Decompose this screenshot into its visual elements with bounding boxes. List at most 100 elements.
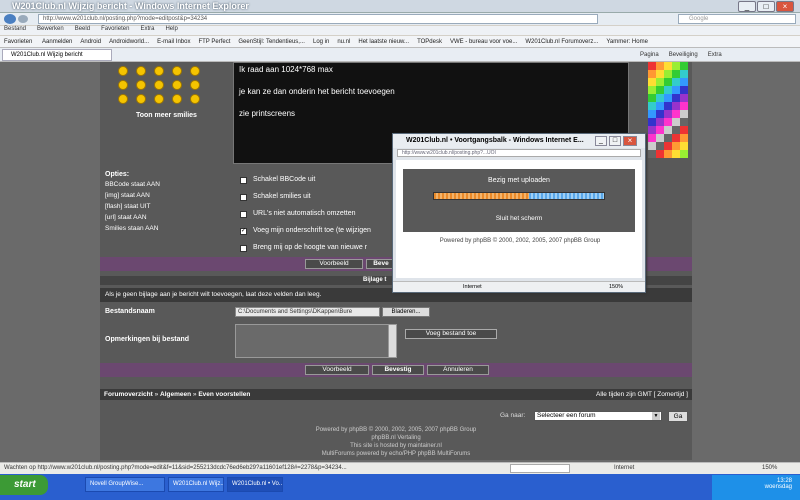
palette-swatch[interactable] — [680, 110, 688, 118]
cancel-button[interactable]: Annuleren — [427, 365, 489, 375]
palette-swatch[interactable] — [656, 86, 664, 94]
submit-button[interactable]: Bevestig — [372, 365, 424, 375]
breadcrumb-item[interactable]: Even voorstellen — [198, 391, 250, 398]
menu-item[interactable]: Favorieten — [101, 26, 129, 32]
palette-swatch[interactable] — [656, 126, 664, 134]
close-window-link[interactable]: Sluit het scherm — [403, 215, 635, 222]
palette-swatch[interactable] — [680, 86, 688, 94]
tab-current[interactable]: W201Club.nl Wijzig bericht — [2, 49, 112, 61]
palette-swatch[interactable] — [664, 150, 672, 158]
minimize-icon[interactable]: _ — [738, 1, 756, 12]
smiley-icon[interactable] — [172, 66, 182, 76]
favorites-item[interactable]: Log in — [313, 36, 329, 47]
palette-swatch[interactable] — [648, 142, 656, 150]
palette-swatch[interactable] — [680, 126, 688, 134]
menu-item[interactable]: Help — [165, 26, 177, 32]
command-item[interactable]: Beveiliging — [669, 52, 698, 58]
menu-item[interactable]: Extra — [140, 26, 154, 32]
palette-swatch[interactable] — [664, 142, 672, 150]
favorites-item[interactable]: E-mail Inbox — [157, 36, 190, 47]
minimize-icon[interactable]: _ — [595, 136, 607, 146]
palette-swatch[interactable] — [672, 142, 680, 150]
palette-swatch[interactable] — [672, 110, 680, 118]
command-item[interactable]: Pagina — [640, 52, 659, 58]
palette-swatch[interactable] — [664, 70, 672, 78]
palette-swatch[interactable] — [648, 78, 656, 86]
smiley-icon[interactable] — [154, 94, 164, 104]
palette-swatch[interactable] — [680, 70, 688, 78]
palette-swatch[interactable] — [664, 134, 672, 142]
close-icon[interactable]: × — [776, 1, 794, 12]
palette-swatch[interactable] — [672, 150, 680, 158]
smiley-icon[interactable] — [154, 66, 164, 76]
palette-swatch[interactable] — [680, 150, 688, 158]
chevron-down-icon[interactable]: ▼ — [652, 412, 660, 420]
taskbar-item[interactable]: W201Club.nl • Vo... — [227, 477, 283, 492]
preview-button[interactable]: Voorbeeld — [305, 365, 369, 375]
start-button[interactable]: start — [0, 475, 48, 495]
favorites-item[interactable]: GeenStijl: Tendentieus,... — [238, 36, 305, 47]
option-checkbox[interactable] — [240, 194, 247, 201]
palette-swatch[interactable] — [672, 86, 680, 94]
smiley-icon[interactable] — [118, 80, 128, 90]
palette-swatch[interactable] — [656, 142, 664, 150]
favorites-item[interactable]: W201Club.nl Forumoverz... — [525, 36, 598, 47]
palette-swatch[interactable] — [648, 86, 656, 94]
palette-swatch[interactable] — [664, 86, 672, 94]
popup-zoom[interactable]: 150% — [609, 282, 623, 292]
smiley-icon[interactable] — [136, 66, 146, 76]
taskbar-item[interactable]: W201Club.nl Wijz... — [168, 477, 224, 492]
palette-swatch[interactable] — [664, 102, 672, 110]
palette-swatch[interactable] — [648, 150, 656, 158]
go-button[interactable]: Ga — [668, 411, 688, 422]
palette-swatch[interactable] — [680, 134, 688, 142]
palette-swatch[interactable] — [680, 62, 688, 70]
more-smilies-link[interactable]: Toon meer smilies — [136, 112, 197, 119]
palette-swatch[interactable] — [672, 78, 680, 86]
zoom-level[interactable]: 150% — [762, 463, 777, 474]
favorites-item[interactable]: FTP Perfect — [198, 36, 230, 47]
palette-swatch[interactable] — [656, 78, 664, 86]
favorites-item[interactable]: Het laatste nieuw... — [358, 36, 409, 47]
palette-swatch[interactable] — [648, 110, 656, 118]
breadcrumb-item[interactable]: Forumoverzicht — [104, 391, 153, 398]
palette-swatch[interactable] — [672, 62, 680, 70]
add-file-button[interactable]: Voeg bestand toe — [405, 329, 497, 339]
option-checkbox[interactable] — [240, 211, 247, 218]
palette-swatch[interactable] — [672, 70, 680, 78]
comment-textarea[interactable] — [235, 324, 397, 358]
scrollbar[interactable] — [388, 325, 396, 357]
favorites-item[interactable]: Yammer: Home — [606, 36, 648, 47]
smiley-icon[interactable] — [190, 66, 200, 76]
favorites-item[interactable]: TOPdesk — [417, 36, 442, 47]
palette-swatch[interactable] — [672, 126, 680, 134]
smiley-icon[interactable] — [154, 80, 164, 90]
close-icon[interactable]: × — [623, 136, 637, 146]
smiley-icon[interactable] — [172, 94, 182, 104]
palette-swatch[interactable] — [680, 118, 688, 126]
palette-swatch[interactable] — [672, 102, 680, 110]
palette-swatch[interactable] — [656, 102, 664, 110]
menu-item[interactable]: Bestand — [4, 26, 26, 32]
url-input[interactable]: http://www.w201club.nl/posting.php?mode=… — [38, 14, 598, 24]
palette-swatch[interactable] — [664, 110, 672, 118]
palette-swatch[interactable] — [648, 102, 656, 110]
smiley-icon[interactable] — [136, 80, 146, 90]
smiley-icon[interactable] — [190, 94, 200, 104]
command-item[interactable]: Extra — [708, 52, 722, 58]
palette-swatch[interactable] — [648, 134, 656, 142]
taskbar-item[interactable]: Novell GroupWise... — [85, 477, 165, 492]
palette-swatch[interactable] — [648, 62, 656, 70]
palette-swatch[interactable] — [656, 134, 664, 142]
palette-swatch[interactable] — [656, 62, 664, 70]
browse-button[interactable]: Bladeren... — [382, 307, 430, 317]
menu-item[interactable]: Bewerken — [37, 26, 64, 32]
option-checkbox[interactable] — [240, 245, 247, 252]
smiley-icon[interactable] — [118, 66, 128, 76]
palette-swatch[interactable] — [648, 126, 656, 134]
smiley-icon[interactable] — [190, 80, 200, 90]
palette-swatch[interactable] — [672, 118, 680, 126]
search-input[interactable]: Google — [678, 14, 796, 24]
smiley-icon[interactable] — [172, 80, 182, 90]
palette-swatch[interactable] — [664, 126, 672, 134]
